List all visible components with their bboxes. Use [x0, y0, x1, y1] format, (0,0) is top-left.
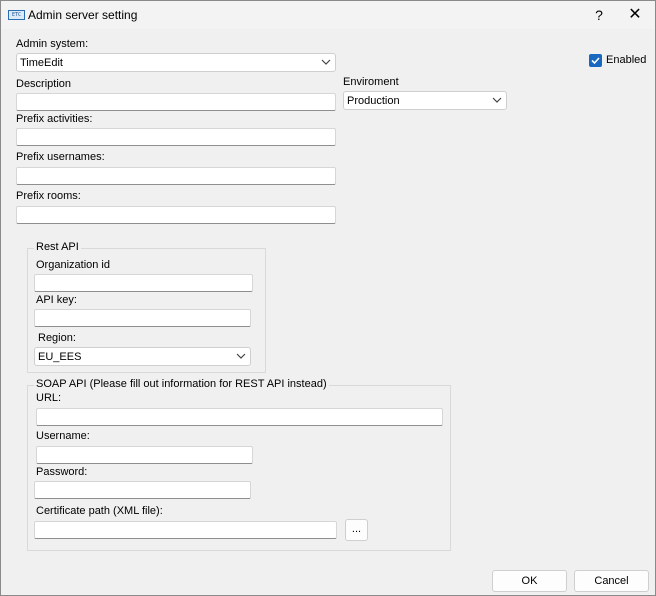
url-label: URL: — [36, 392, 62, 404]
prefix-rooms-field[interactable] — [16, 206, 336, 224]
prefix-activities-field[interactable] — [16, 128, 336, 146]
certificate-path-label: Certificate path (XML file): — [36, 505, 163, 517]
organization-id-label: Organization id — [36, 259, 110, 271]
url-field[interactable] — [36, 408, 443, 426]
chevron-down-icon — [321, 59, 331, 65]
password-label: Password: — [36, 466, 88, 478]
help-button[interactable]: ? — [579, 1, 619, 29]
enabled-label: Enabled — [606, 54, 647, 66]
username-label: Username: — [36, 430, 90, 442]
certificate-path-field[interactable] — [34, 521, 337, 539]
region-label: Region: — [38, 332, 76, 344]
browse-button[interactable]: ... — [345, 519, 368, 541]
prefix-usernames-field[interactable] — [16, 167, 336, 185]
username-field[interactable] — [36, 446, 253, 464]
prefix-rooms-label: Prefix rooms: — [16, 190, 81, 202]
prefix-activities-label: Prefix activities: — [16, 113, 93, 125]
environment-value: Production — [347, 95, 400, 107]
checkmark-icon — [591, 57, 600, 65]
dialog-window: ETC Admin server setting ? ✕ Admin syste… — [0, 0, 656, 596]
organization-id-field[interactable] — [34, 274, 253, 292]
description-label: Description — [16, 78, 72, 90]
environment-select[interactable]: Production — [343, 91, 507, 110]
app-icon: ETC — [8, 10, 25, 20]
cancel-button[interactable]: Cancel — [574, 570, 649, 592]
region-value: EU_EES — [38, 351, 82, 363]
rest-api-title: Rest API — [34, 241, 81, 253]
prefix-usernames-label: Prefix usernames: — [16, 151, 105, 163]
admin-system-value: TimeEdit — [20, 57, 63, 69]
close-button[interactable]: ✕ — [615, 1, 655, 29]
password-field[interactable] — [34, 481, 251, 499]
chevron-down-icon — [492, 97, 502, 103]
description-field[interactable] — [16, 93, 336, 111]
api-key-field[interactable] — [34, 309, 251, 327]
chevron-down-icon — [236, 353, 246, 359]
admin-system-label: Admin system: — [16, 38, 89, 50]
region-select[interactable]: EU_EES — [34, 347, 251, 366]
title-bar: ETC Admin server setting ? ✕ — [1, 1, 655, 29]
window-title: Admin server setting — [28, 8, 138, 22]
admin-system-select[interactable]: TimeEdit — [16, 53, 336, 72]
environment-label: Enviroment — [343, 76, 399, 88]
ok-button[interactable]: OK — [492, 570, 567, 592]
soap-api-title: SOAP API (Please fill out information fo… — [34, 378, 329, 390]
enabled-checkbox[interactable] — [589, 54, 602, 67]
api-key-label: API key: — [36, 294, 77, 306]
